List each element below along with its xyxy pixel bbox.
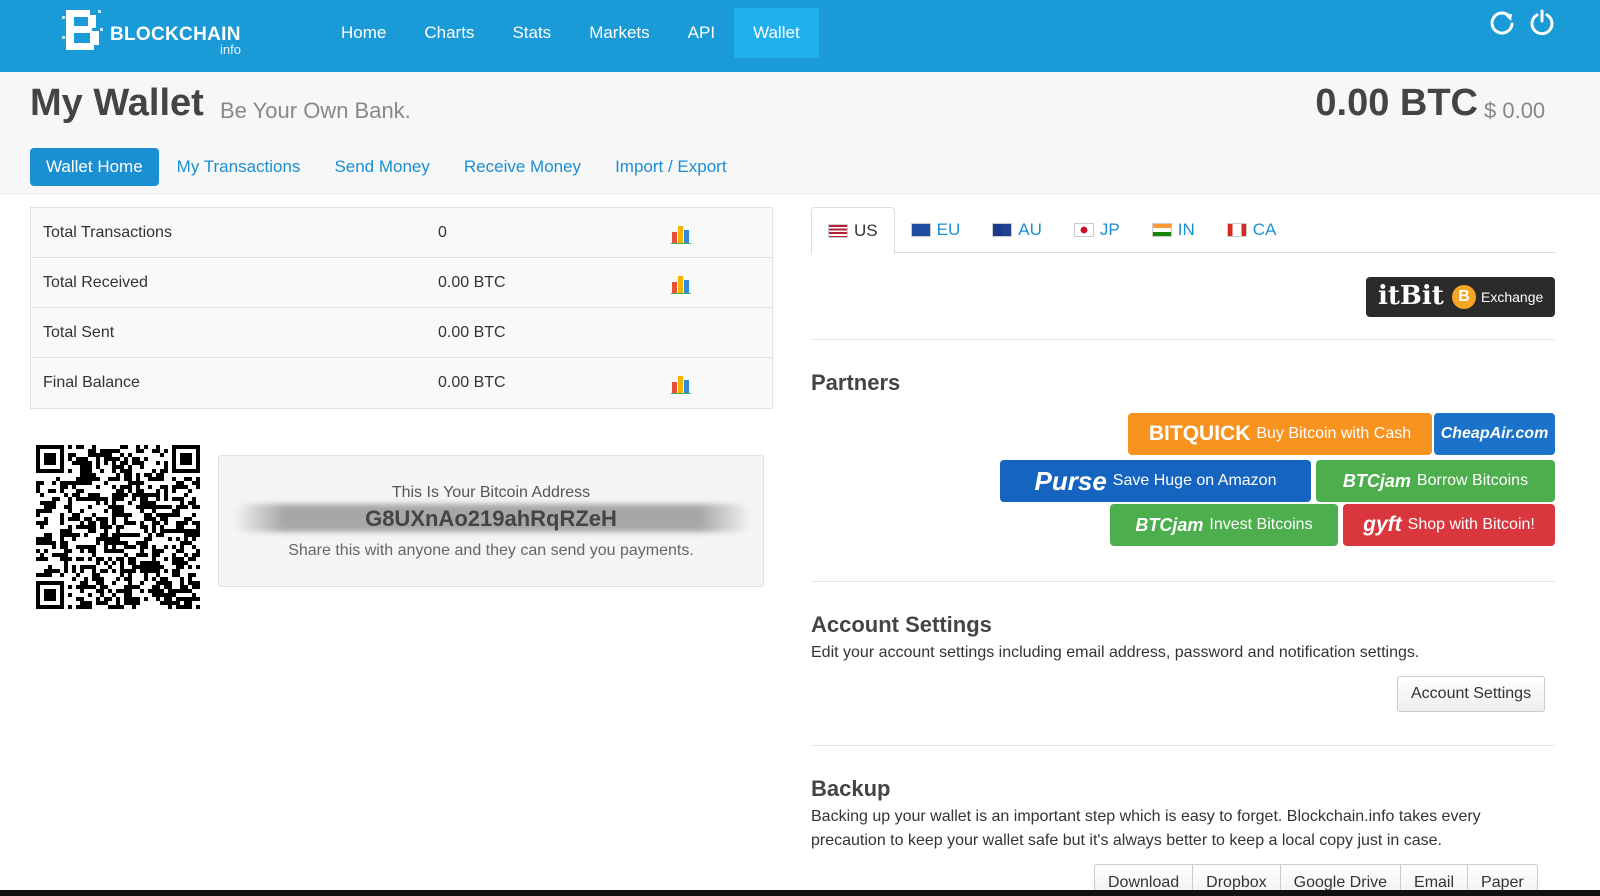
- balance-btc: 0.00 BTC: [1315, 82, 1478, 124]
- backup-title: Backup: [811, 776, 891, 801]
- partner-text: Buy Bitcoin with Cash: [1256, 425, 1412, 442]
- subnav-import-export[interactable]: Import / Export: [599, 148, 742, 186]
- stats-row-total-received: Total Received 0.00 BTC: [31, 258, 772, 308]
- au-flag-icon: [992, 223, 1013, 237]
- account-settings-text: Edit your account settings including ema…: [811, 644, 1420, 661]
- purse-logo: Purse: [1034, 465, 1107, 496]
- stats-value: 0.00 BTC: [438, 324, 506, 341]
- tab-au[interactable]: AU: [976, 207, 1058, 253]
- itbit-label: Exchange: [1481, 289, 1544, 305]
- stats-label: Total Sent: [43, 324, 115, 341]
- partner-text: Invest Bitcoins: [1209, 516, 1313, 533]
- bitquick-logo: BITQUICK: [1148, 422, 1251, 445]
- itbit-exchange-button[interactable]: itBit B Exchange: [1366, 277, 1555, 317]
- tab-label: EU: [936, 220, 961, 239]
- partner-bitquick[interactable]: BITQUICK Buy Bitcoin with Cash: [1128, 413, 1432, 455]
- tab-ca[interactable]: CA: [1211, 207, 1293, 253]
- nav-charts[interactable]: Charts: [405, 8, 493, 58]
- bitcoin-coin-icon: B: [1452, 285, 1476, 309]
- tab-label: US: [854, 220, 878, 240]
- partners-title: Partners: [811, 370, 901, 395]
- screen-bottom-edge: [0, 890, 1600, 896]
- wallet-subnav: Wallet Home My Transactions Send Money R…: [30, 148, 745, 186]
- blockchain-b-logo-icon: [62, 10, 103, 50]
- tab-label: AU: [1018, 220, 1042, 239]
- partner-text: Borrow Bitcoins: [1416, 472, 1529, 489]
- nav-api[interactable]: API: [669, 8, 734, 58]
- tab-label: IN: [1177, 220, 1195, 239]
- wallet-header: My Wallet Be Your Own Bank. 0.00 BTC $ 0…: [0, 72, 1600, 194]
- divider: [811, 339, 1555, 340]
- partner-purse[interactable]: Purse Save Huge on Amazon: [1000, 460, 1311, 502]
- tab-label: CA: [1252, 220, 1277, 239]
- page-title: My Wallet: [30, 82, 204, 124]
- itbit-brand: itBit: [1378, 281, 1444, 311]
- region-tabs: US EU AU JP IN CA: [811, 207, 1555, 254]
- partner-cheapair[interactable]: CheapAir.com: [1434, 413, 1555, 455]
- tab-jp[interactable]: JP: [1058, 207, 1136, 253]
- bar-chart-icon[interactable]: [671, 224, 693, 244]
- nav-stats[interactable]: Stats: [493, 8, 570, 58]
- account-settings-button[interactable]: Account Settings: [1397, 676, 1546, 712]
- btcjam-logo: BTCjam: [1342, 470, 1411, 491]
- stats-row-final-balance: Final Balance 0.00 BTC: [31, 358, 772, 408]
- tab-label: JP: [1099, 220, 1120, 239]
- bar-chart-icon[interactable]: [671, 374, 693, 394]
- wallet-stats-table: Total Transactions 0 Total Received 0.00…: [30, 207, 773, 409]
- in-flag-icon: [1151, 223, 1172, 237]
- brand-sub: info: [220, 42, 241, 57]
- btcjam-logo: BTCjam: [1135, 514, 1204, 535]
- subnav-wallet-home[interactable]: Wallet Home: [30, 148, 159, 186]
- subnav-my-transactions[interactable]: My Transactions: [161, 148, 317, 186]
- nav-wallet[interactable]: Wallet: [734, 8, 819, 58]
- bitcoin-address-box: This Is Your Bitcoin Address G8UXnAo219a…: [218, 455, 764, 587]
- partner-btcjam-borrow[interactable]: BTCjam Borrow Bitcoins: [1316, 460, 1555, 502]
- blockchain-logo[interactable]: BLOCKCHAIN info: [62, 6, 252, 62]
- bar-chart-icon[interactable]: [671, 274, 693, 294]
- stats-label: Total Received: [43, 274, 148, 291]
- divider: [811, 745, 1555, 746]
- us-flag-icon: [828, 223, 848, 238]
- stats-label: Total Transactions: [43, 224, 172, 241]
- cheapair-logo: CheapAir.com: [1440, 425, 1549, 442]
- subnav-send-money[interactable]: Send Money: [318, 148, 445, 186]
- eu-flag-icon: [910, 223, 931, 237]
- stats-row-total-sent: Total Sent 0.00 BTC: [31, 308, 772, 358]
- divider: [811, 581, 1555, 582]
- partner-text: Shop with Bitcoin!: [1407, 516, 1535, 533]
- stats-value: 0.00 BTC: [438, 274, 506, 291]
- top-nav-bar: BLOCKCHAIN info Home Charts Stats Market…: [0, 0, 1600, 72]
- address-note: Share this with anyone and they can send…: [288, 542, 694, 559]
- address-title: This Is Your Bitcoin Address: [391, 484, 591, 501]
- partner-gyft[interactable]: gyft Shop with Bitcoin!: [1343, 504, 1555, 546]
- stats-value: 0.00 BTC: [438, 374, 506, 391]
- refresh-icon[interactable]: [1488, 8, 1516, 36]
- tab-in[interactable]: IN: [1136, 207, 1211, 253]
- bitcoin-address-qr-code: [36, 445, 200, 609]
- main-nav: Home Charts Stats Markets API Wallet: [322, 8, 819, 58]
- balance-usd: $ 0.00: [1484, 98, 1546, 123]
- partner-text: Save Huge on Amazon: [1112, 472, 1277, 489]
- power-icon[interactable]: [1528, 8, 1556, 36]
- page-subtitle: Be Your Own Bank.: [220, 98, 411, 123]
- jp-flag-icon: [1073, 223, 1094, 237]
- account-settings-title: Account Settings: [811, 612, 992, 637]
- subnav-receive-money[interactable]: Receive Money: [448, 148, 597, 186]
- bitcoin-address[interactable]: G8UXnAo219ahRqRZeH: [219, 506, 763, 532]
- tab-us[interactable]: US: [811, 207, 895, 254]
- nav-home[interactable]: Home: [322, 8, 405, 58]
- partner-btcjam-invest[interactable]: BTCjam Invest Bitcoins: [1110, 504, 1338, 546]
- stats-row-total-transactions: Total Transactions 0: [31, 208, 772, 258]
- stats-value: 0: [438, 224, 447, 241]
- stats-label: Final Balance: [43, 374, 140, 391]
- ca-flag-icon: [1226, 223, 1247, 237]
- nav-markets[interactable]: Markets: [570, 8, 668, 58]
- backup-text: Backing up your wallet is an important s…: [811, 808, 1481, 849]
- gyft-logo: gyft: [1363, 513, 1402, 536]
- tab-eu[interactable]: EU: [895, 207, 977, 253]
